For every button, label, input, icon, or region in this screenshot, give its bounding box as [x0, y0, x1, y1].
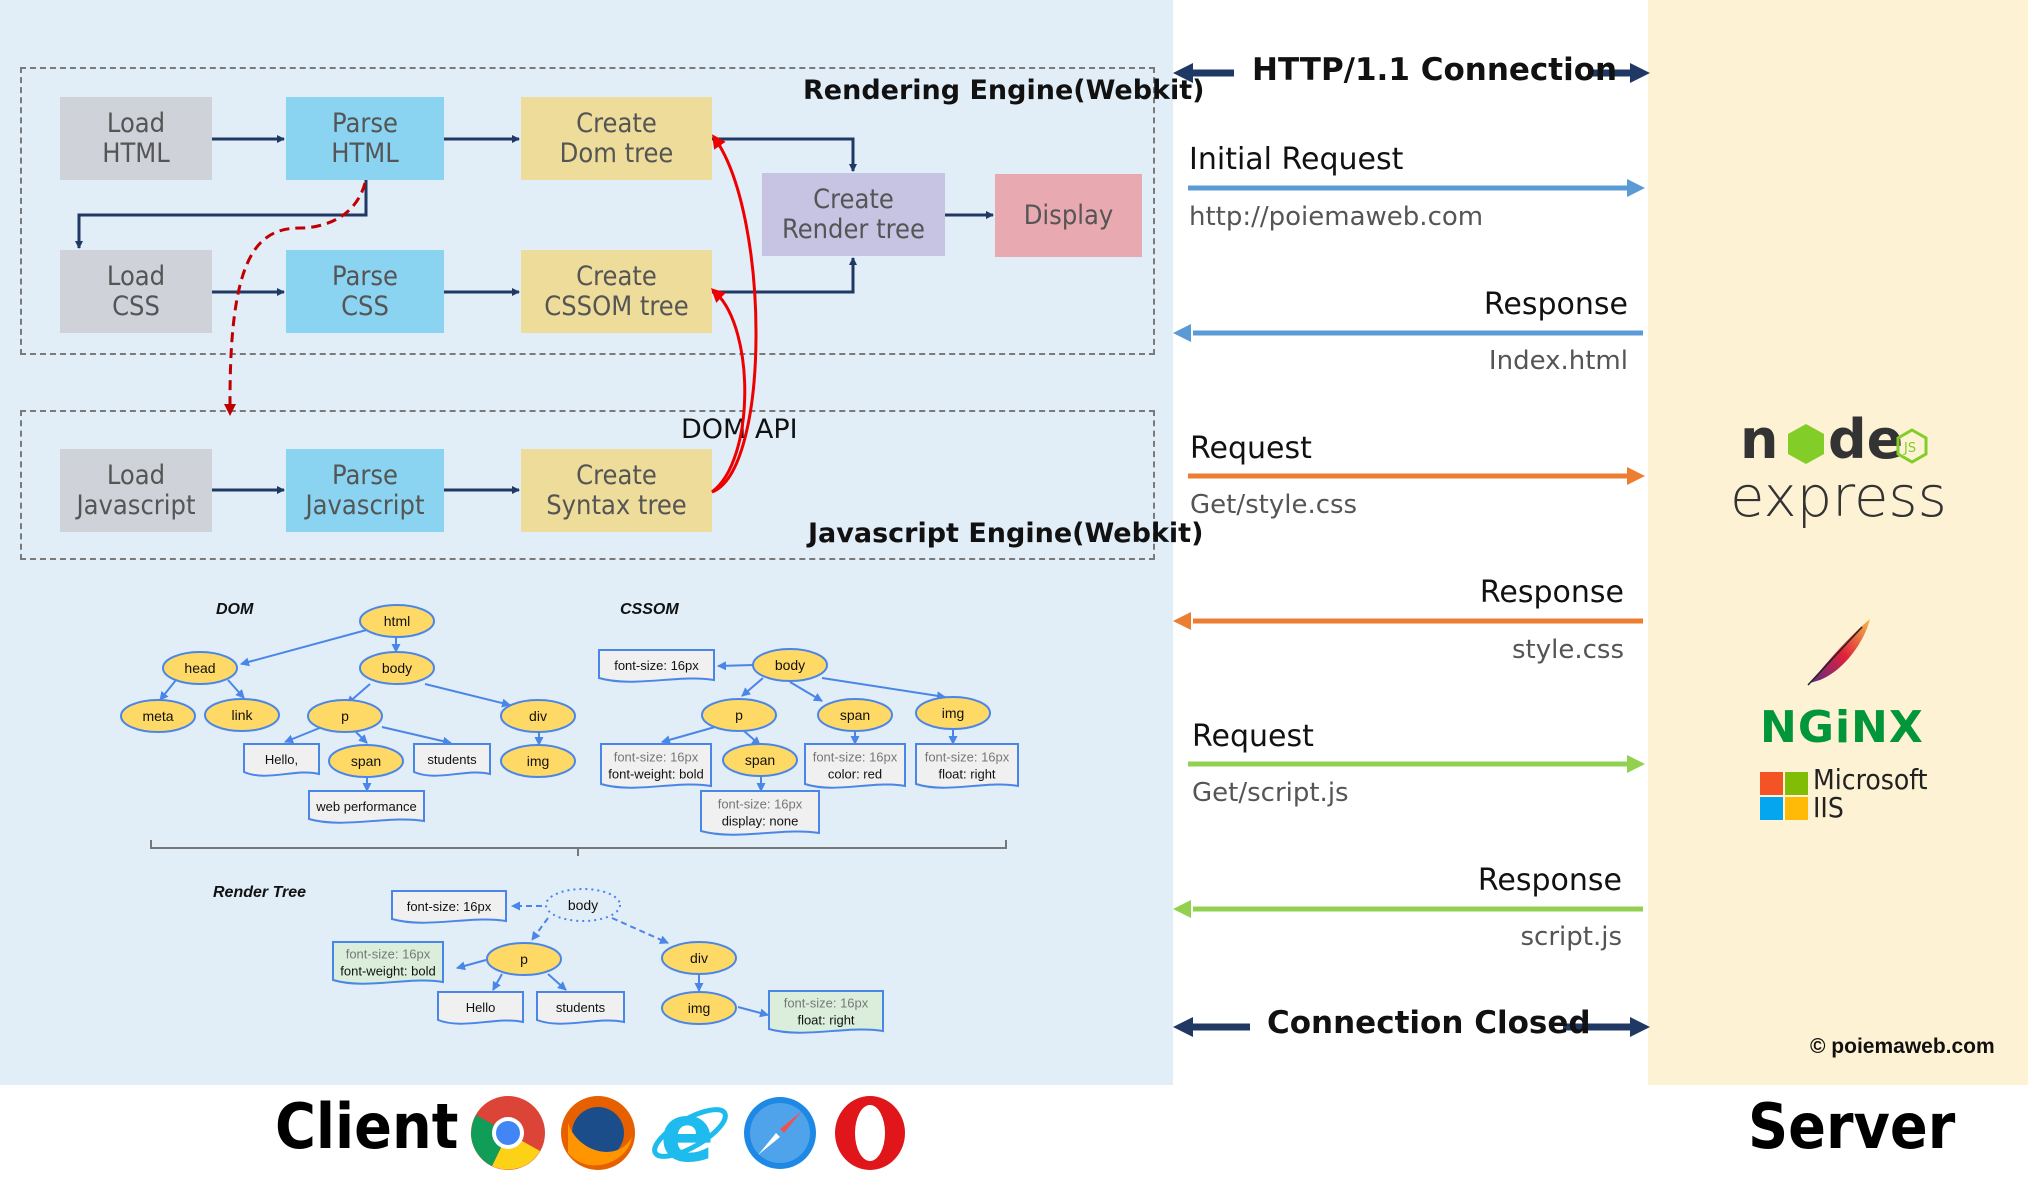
- initial-request-url: http://poiemaweb.com: [1189, 202, 1484, 232]
- http-connection-title: HTTP/1.1 Connection: [1252, 52, 1618, 88]
- request-label-2: Request: [1190, 431, 1312, 466]
- message-arrowhead-3: [1173, 612, 1191, 630]
- svg-text:JS: JS: [1903, 441, 1916, 456]
- response-file-3: script.js: [1520, 922, 1623, 952]
- http-arrows: [1173, 63, 1650, 1037]
- server-label: Server: [1748, 1090, 1956, 1163]
- microsoft-iis-label-2: IIS: [1813, 791, 1844, 824]
- firefox-icon: [561, 1096, 635, 1170]
- request-path-2: Get/style.css: [1190, 490, 1358, 520]
- response-file-1: Index.html: [1488, 346, 1628, 376]
- response-label-2: Response: [1479, 575, 1624, 610]
- initial-request-label: Initial Request: [1189, 142, 1404, 177]
- copyright-text: © poiemaweb.com: [1810, 1035, 1995, 1058]
- microsoft-logo-icon: [1760, 772, 1808, 820]
- browser-icons: e: [470, 1087, 920, 1180]
- response-label-3: Response: [1477, 863, 1622, 898]
- safari-icon: [744, 1097, 816, 1169]
- message-arrowhead-5: [1173, 900, 1191, 918]
- message-arrowhead-2: [1627, 467, 1645, 485]
- ie-icon: e: [652, 1087, 728, 1180]
- opera-icon: [835, 1096, 905, 1170]
- response-file-2: style.css: [1512, 635, 1624, 665]
- request-path-3: Get/script.js: [1192, 778, 1349, 808]
- response-label-1: Response: [1483, 287, 1628, 322]
- svg-text:de: de: [1828, 410, 1903, 470]
- apache-feather-icon: [1800, 615, 1880, 694]
- chrome-icon: [471, 1096, 545, 1170]
- express-logo: express: [1730, 465, 1947, 530]
- message-arrowhead-4: [1627, 755, 1645, 773]
- connection-closed-title: Connection Closed: [1267, 1005, 1591, 1041]
- client-label: Client: [275, 1090, 459, 1163]
- node-wordmark: n: [1740, 410, 1782, 470]
- nginx-logo: NGiNX: [1760, 702, 1924, 753]
- message-arrowhead-1: [1173, 324, 1191, 342]
- node-hexagon-icon: [1788, 424, 1824, 464]
- message-arrowhead-0: [1627, 179, 1645, 197]
- microsoft-iis-label-1: Microsoft: [1813, 763, 1928, 796]
- request-label-3: Request: [1192, 719, 1314, 754]
